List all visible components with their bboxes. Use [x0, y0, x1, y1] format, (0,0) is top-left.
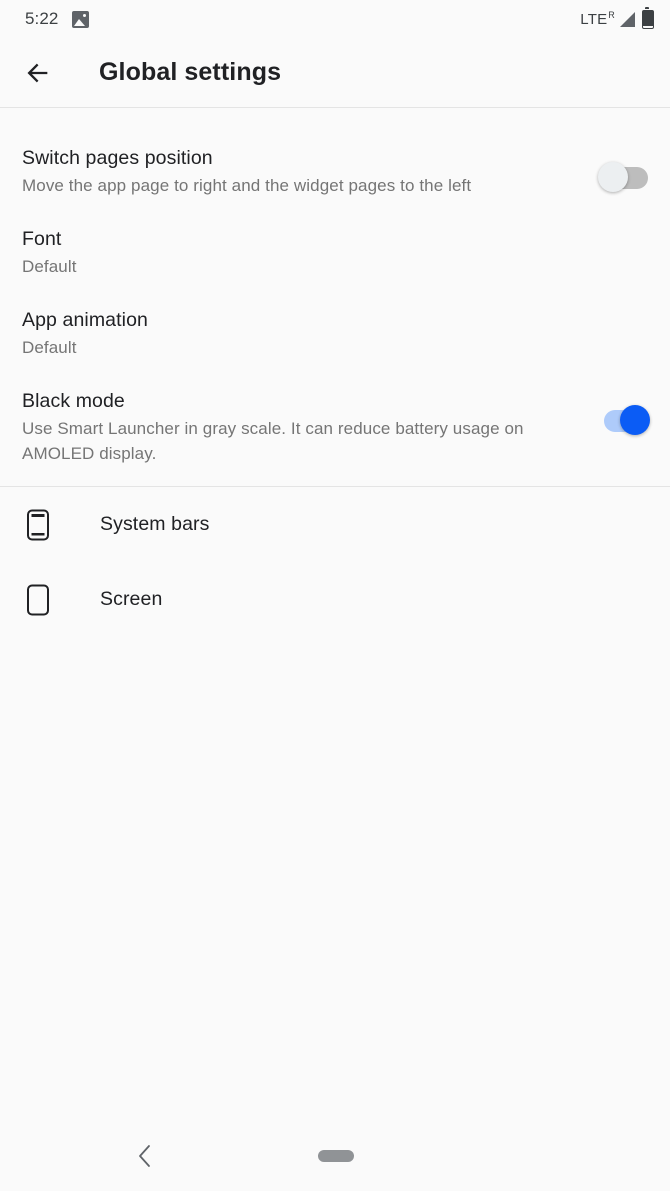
setting-title: App animation [22, 309, 148, 331]
setting-row-black-mode[interactable]: Black mode Use Smart Launcher in gray sc… [0, 360, 670, 486]
photo-icon [71, 10, 89, 28]
toggle-knob [598, 162, 628, 192]
setting-title: Switch pages position [22, 147, 213, 169]
signal-icon [620, 11, 635, 27]
setting-title: Font [22, 228, 62, 250]
setting-text-app-animation: App animation Default [22, 308, 650, 360]
back-button[interactable] [12, 59, 64, 87]
page-title: Global settings [99, 58, 282, 86]
back-arrow-icon [27, 63, 48, 82]
setting-subtitle: Move the app page to right and the widge… [22, 176, 472, 195]
setting-text-black-mode: Black mode Use Smart Launcher in gray sc… [22, 389, 598, 466]
status-right-icons: LTER [580, 6, 654, 29]
switch-pages-position-toggle[interactable] [598, 162, 650, 194]
list-item-system-bars[interactable]: System bars [0, 487, 670, 562]
battery-icon [642, 6, 654, 29]
status-bar: 5:22 LTER [0, 0, 670, 38]
status-clock: 5:22 [25, 9, 59, 28]
setting-subtitle: Use Smart Launcher in gray scale. It can… [22, 419, 524, 463]
setting-subtitle: Default [22, 257, 77, 276]
setting-row-switch-pages-position[interactable]: Switch pages position Move the app page … [0, 116, 670, 198]
list-item-label: Screen [100, 588, 163, 610]
setting-row-app-animation[interactable]: App animation Default [0, 279, 670, 360]
nav-back-chevron-icon [139, 1144, 150, 1167]
network-roaming-indicator: R [608, 10, 615, 20]
network-type-label: LTER [580, 10, 615, 28]
setting-subtitle: Default [22, 338, 77, 357]
setting-text-font: Font Default [22, 227, 650, 279]
nav-home-pill[interactable] [318, 1149, 354, 1162]
setting-row-font[interactable]: Font Default [0, 198, 670, 279]
black-mode-toggle[interactable] [598, 405, 650, 437]
network-type-text: LTE [580, 11, 608, 28]
list-item-label: System bars [100, 513, 210, 535]
app-bar: Global settings [0, 38, 670, 108]
system-navigation-bar [0, 1120, 670, 1191]
nav-back-button[interactable] [128, 1139, 162, 1173]
setting-text-switch-pages-position: Switch pages position Move the app page … [22, 146, 598, 198]
subpage-list: System bars Screen [0, 487, 670, 637]
list-item-screen[interactable]: Screen [0, 562, 670, 637]
setting-title: Black mode [22, 390, 125, 412]
settings-list: Switch pages position Move the app page … [0, 108, 670, 486]
phone-screen-icon [24, 584, 52, 616]
phone-system-bars-icon [24, 509, 52, 541]
status-left-icons [71, 10, 89, 28]
toggle-knob [620, 405, 650, 435]
